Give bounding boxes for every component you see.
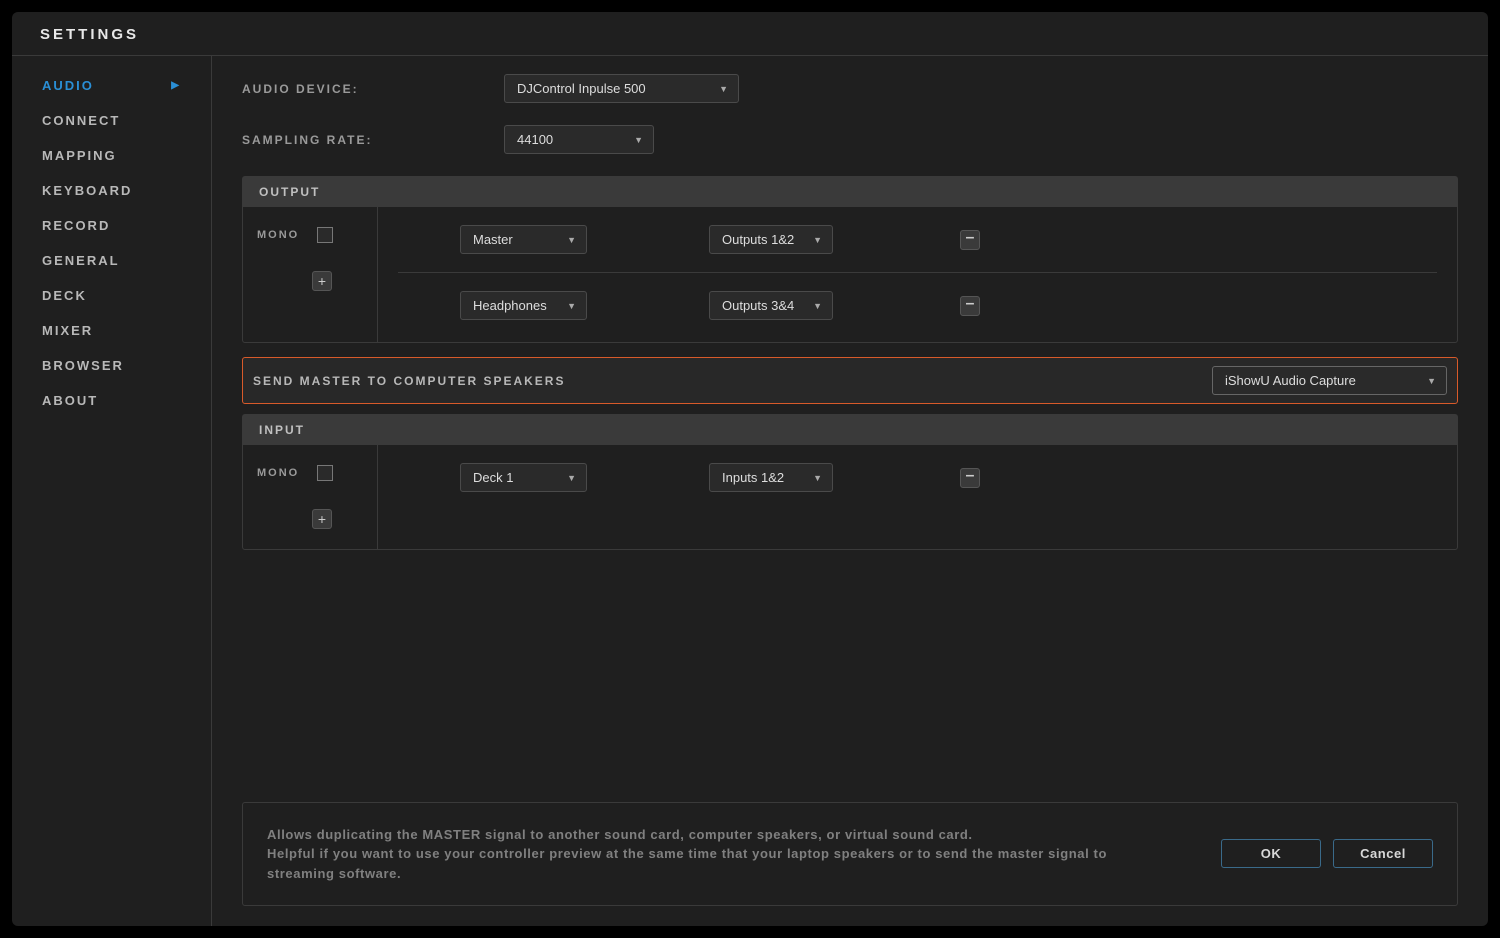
sidebar-item-label: KEYBOARD xyxy=(42,183,132,198)
output-add-button[interactable]: + xyxy=(312,271,332,291)
output-routes: Master ▼ Outputs 1&2 ▼ – Headphones xyxy=(378,207,1457,342)
input-panel: INPUT MONO + Deck 1 ▼ xyxy=(242,414,1458,550)
sidebar-item-label: GENERAL xyxy=(42,253,120,268)
input-add-button[interactable]: + xyxy=(312,509,332,529)
settings-window: SETTINGS AUDIO ▶ CONNECT MAPPING KEYBOAR… xyxy=(12,12,1488,926)
chevron-down-icon: ▼ xyxy=(567,235,576,245)
input-mono-label: MONO xyxy=(257,467,299,479)
output-dest-dropdown[interactable]: Outputs 3&4 ▼ xyxy=(709,291,833,320)
sidebar-item-label: DECK xyxy=(42,288,87,303)
chevron-down-icon: ▼ xyxy=(719,84,728,94)
dropdown-value: Outputs 1&2 xyxy=(722,232,794,247)
sidebar-item-record[interactable]: RECORD xyxy=(12,208,211,243)
dropdown-value: Outputs 3&4 xyxy=(722,298,794,313)
sidebar-item-label: RECORD xyxy=(42,218,110,233)
sidebar-item-mixer[interactable]: MIXER xyxy=(12,313,211,348)
footer-buttons: OK Cancel xyxy=(1221,839,1433,868)
output-route-row: Master ▼ Outputs 1&2 ▼ – xyxy=(398,225,1437,273)
dropdown-value: Master xyxy=(473,232,513,247)
sidebar-item-label: CONNECT xyxy=(42,113,120,128)
output-remove-button[interactable]: – xyxy=(960,230,980,250)
input-mono-row: MONO xyxy=(257,465,363,481)
titlebar: SETTINGS xyxy=(12,12,1488,56)
output-route-row: Headphones ▼ Outputs 3&4 ▼ – xyxy=(398,291,1437,338)
output-remove-button[interactable]: – xyxy=(960,296,980,316)
output-mono-checkbox[interactable] xyxy=(317,227,333,243)
dropdown-value: Headphones xyxy=(473,298,547,313)
dropdown-value: Inputs 1&2 xyxy=(722,470,784,485)
main-panel: AUDIO DEVICE: DJControl Inpulse 500 ▼ SA… xyxy=(212,56,1488,926)
sidebar-item-connect[interactable]: CONNECT xyxy=(12,103,211,138)
output-mono-label: MONO xyxy=(257,229,299,241)
sidebar-item-keyboard[interactable]: KEYBOARD xyxy=(12,173,211,208)
input-left-column: MONO + xyxy=(243,445,378,549)
chevron-down-icon: ▼ xyxy=(567,473,576,483)
sidebar-item-mapping[interactable]: MAPPING xyxy=(12,138,211,173)
input-mono-checkbox[interactable] xyxy=(317,465,333,481)
sampling-rate-label: SAMPLING RATE: xyxy=(242,133,504,147)
dropdown-value: iShowU Audio Capture xyxy=(1225,373,1356,388)
chevron-down-icon: ▼ xyxy=(813,301,822,311)
output-panel: OUTPUT MONO + Master ▼ xyxy=(242,176,1458,343)
send-master-label: SEND MASTER TO COMPUTER SPEAKERS xyxy=(253,374,565,388)
sidebar-item-label: MIXER xyxy=(42,323,93,338)
chevron-down-icon: ▼ xyxy=(813,473,822,483)
output-source-dropdown[interactable]: Master ▼ xyxy=(460,225,587,254)
input-remove-button[interactable]: – xyxy=(960,468,980,488)
chevron-down-icon: ▼ xyxy=(567,301,576,311)
sidebar-item-browser[interactable]: BROWSER xyxy=(12,348,211,383)
input-routes: Deck 1 ▼ Inputs 1&2 ▼ – xyxy=(378,445,1457,549)
sidebar-item-general[interactable]: GENERAL xyxy=(12,243,211,278)
output-header: OUTPUT xyxy=(243,177,1457,207)
output-dest-dropdown[interactable]: Outputs 1&2 ▼ xyxy=(709,225,833,254)
input-body: MONO + Deck 1 ▼ Inputs 1&2 xyxy=(243,445,1457,549)
audio-device-dropdown[interactable]: DJControl Inpulse 500 ▼ xyxy=(504,74,739,103)
cancel-button[interactable]: Cancel xyxy=(1333,839,1433,868)
audio-device-label: AUDIO DEVICE: xyxy=(242,82,504,96)
input-source-dropdown[interactable]: Deck 1 ▼ xyxy=(460,463,587,492)
output-body: MONO + Master ▼ Outputs 1&2 xyxy=(243,207,1457,342)
chevron-down-icon: ▼ xyxy=(634,135,643,145)
help-line1: Allows duplicating the MASTER signal to … xyxy=(267,827,973,842)
sidebar-item-label: ABOUT xyxy=(42,393,98,408)
ok-button[interactable]: OK xyxy=(1221,839,1321,868)
input-header: INPUT xyxy=(243,415,1457,445)
dropdown-value: Deck 1 xyxy=(473,470,513,485)
sampling-rate-row: SAMPLING RATE: 44100 ▼ xyxy=(242,125,1458,154)
sampling-rate-dropdown[interactable]: 44100 ▼ xyxy=(504,125,654,154)
sidebar: AUDIO ▶ CONNECT MAPPING KEYBOARD RECORD … xyxy=(12,56,212,926)
output-source-dropdown[interactable]: Headphones ▼ xyxy=(460,291,587,320)
chevron-right-icon: ▶ xyxy=(171,80,181,91)
window-title: SETTINGS xyxy=(40,26,1460,43)
sidebar-item-label: AUDIO xyxy=(42,78,94,93)
chevron-down-icon: ▼ xyxy=(1427,376,1436,386)
sidebar-item-label: MAPPING xyxy=(42,148,117,163)
help-text: Allows duplicating the MASTER signal to … xyxy=(267,825,1117,884)
footer-bar: Allows duplicating the MASTER signal to … xyxy=(242,802,1458,907)
audio-device-row: AUDIO DEVICE: DJControl Inpulse 500 ▼ xyxy=(242,74,1458,103)
sidebar-item-audio[interactable]: AUDIO ▶ xyxy=(12,68,211,103)
help-line2: Helpful if you want to use your controll… xyxy=(267,846,1107,881)
input-dest-dropdown[interactable]: Inputs 1&2 ▼ xyxy=(709,463,833,492)
body: AUDIO ▶ CONNECT MAPPING KEYBOARD RECORD … xyxy=(12,56,1488,926)
send-master-bar: SEND MASTER TO COMPUTER SPEAKERS iShowU … xyxy=(242,357,1458,404)
output-left-column: MONO + xyxy=(243,207,378,342)
dropdown-value: DJControl Inpulse 500 xyxy=(517,81,646,96)
output-mono-row: MONO xyxy=(257,227,363,243)
sidebar-item-label: BROWSER xyxy=(42,358,124,373)
dropdown-value: 44100 xyxy=(517,132,553,147)
sidebar-item-deck[interactable]: DECK xyxy=(12,278,211,313)
sidebar-item-about[interactable]: ABOUT xyxy=(12,383,211,418)
input-route-row: Deck 1 ▼ Inputs 1&2 ▼ – xyxy=(398,463,1437,510)
chevron-down-icon: ▼ xyxy=(813,235,822,245)
send-master-dropdown[interactable]: iShowU Audio Capture ▼ xyxy=(1212,366,1447,395)
